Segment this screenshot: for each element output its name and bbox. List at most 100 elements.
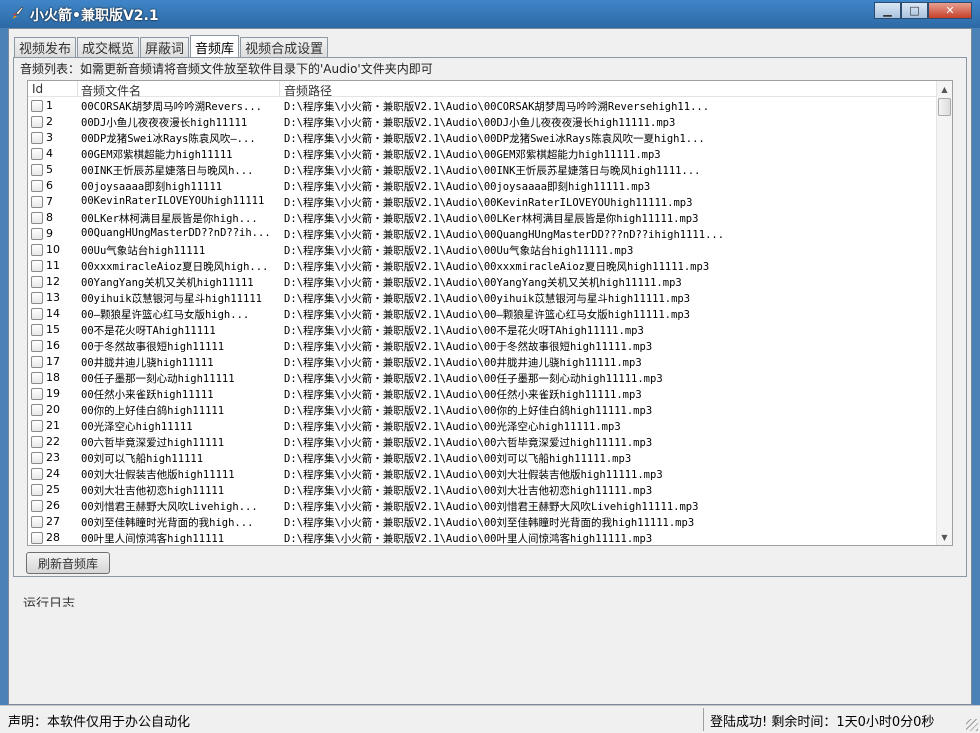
list-item[interactable]: 19 00任然小来雀跃high11111 D:\程序集\小火箭・兼职版V2.1\Au… [28, 386, 938, 402]
row-file-name: 00YangYang关机又关机high11111 [81, 277, 254, 289]
list-item[interactable]: 12 00YangYang关机又关机high11111 D:\程序集\小火箭・兼职版… [28, 274, 938, 290]
row-checkbox[interactable] [31, 324, 43, 336]
refresh-audio-button[interactable]: 刷新音频库 [26, 552, 110, 574]
scroll-thumb[interactable] [938, 98, 951, 116]
row-checkbox[interactable] [31, 420, 43, 432]
list-item[interactable]: 8 00LKer林柯满目星辰皆是你high... D:\程序集\小火箭・兼职版V2.… [28, 210, 938, 226]
row-checkbox[interactable] [31, 436, 43, 448]
list-item[interactable]: 1 00CORSAK胡梦周马吟吟溯Revers... D:\程序集\小火箭・兼职版V… [28, 98, 938, 114]
list-item[interactable]: 22 00六哲毕竟深爱过high11111 D:\程序集\小火箭・兼职版V2.1\A… [28, 434, 938, 450]
row-checkbox[interactable] [31, 308, 43, 320]
vertical-scrollbar[interactable]: ▲ ▼ [936, 81, 952, 545]
row-checkbox[interactable] [31, 132, 43, 144]
list-item[interactable]: 7 00KevinRaterILOVEYOUhigh11111 D:\程序集\小火箭… [28, 194, 938, 210]
row-checkbox[interactable] [31, 356, 43, 368]
list-item[interactable]: 16 00于冬然故事很短high11111 D:\程序集\小火箭・兼职版V2.1\A… [28, 338, 938, 354]
minimize-button[interactable]: ▁ [874, 2, 901, 19]
list-item[interactable]: 3 00DP龙猪Swei冰Rays陈袁风吹—... D:\程序集\小火箭・兼职版V2… [28, 130, 938, 146]
row-id: 13 [46, 291, 60, 304]
row-id: 8 [46, 211, 53, 224]
row-id: 1 [46, 99, 53, 112]
list-item[interactable]: 6 00joysaaaa即刻high11111 D:\程序集\小火箭・兼职版V2.1… [28, 178, 938, 194]
list-item[interactable]: 11 00xxxmiracleAioz夏日晚风high... D:\程序集\小火箭・… [28, 258, 938, 274]
tab-video-compose-settings[interactable]: 视频合成设置 [240, 37, 329, 57]
row-checkbox[interactable] [31, 276, 43, 288]
row-id: 22 [46, 435, 60, 448]
column-divider[interactable] [77, 81, 78, 97]
audio-list[interactable]: Id 音频文件名 音频路径 1 00CORSAK胡梦周马吟吟溯Revers... D… [27, 80, 953, 546]
row-checkbox[interactable] [31, 404, 43, 416]
status-divider [703, 708, 704, 731]
row-checkbox[interactable] [31, 212, 43, 224]
list-item[interactable]: 17 00井胧井迪儿骁high11111 D:\程序集\小火箭・兼职版V2.1\Au… [28, 354, 938, 370]
row-checkbox[interactable] [31, 260, 43, 272]
row-file-name: 00你的上好佳白鸽high11111 [81, 405, 225, 417]
tab-deal-overview[interactable]: 成交概览 [77, 37, 140, 57]
tab-video-publish[interactable]: 视频发布 [14, 37, 77, 57]
list-item[interactable]: 25 00刘大壮吉他初恋high11111 D:\程序集\小火箭・兼职版V2.1\A… [28, 482, 938, 498]
list-item[interactable]: 20 00你的上好佳白鸽high11111 D:\程序集\小火箭・兼职版V2.1\A… [28, 402, 938, 418]
row-checkbox[interactable] [31, 388, 43, 400]
tab-audio-library[interactable]: 音频库 [190, 35, 240, 58]
list-item[interactable]: 23 00刘可以飞船high11111 D:\程序集\小火箭・兼职版V2.1\Aud… [28, 450, 938, 466]
row-checkbox[interactable] [31, 292, 43, 304]
row-checkbox[interactable] [31, 532, 43, 544]
maximize-button[interactable]: □ [901, 2, 928, 19]
list-item[interactable]: 5 00INK王忻辰苏星婕落日与晚风h... D:\程序集\小火箭・兼职版V2.1\… [28, 162, 938, 178]
row-file-name: 00Uu气象站台high11111 [81, 245, 206, 257]
row-file-path: D:\程序集\小火箭・兼职版V2.1\Audio\00刘至佳韩瞳时光背面的我hi… [284, 517, 695, 529]
row-file-name: 00KevinRaterILOVEYOUhigh11111 [81, 195, 265, 207]
row-checkbox[interactable] [31, 484, 43, 496]
column-divider[interactable] [279, 81, 280, 97]
list-item[interactable]: 15 00不是花火呀TAhigh11111 D:\程序集\小火箭・兼职版V2.1\A… [28, 322, 938, 338]
row-file-name: 00刘惜君王赫野大风吹Livehigh... [81, 501, 258, 513]
row-id: 24 [46, 467, 60, 480]
log-area[interactable] [13, 607, 967, 703]
row-checkbox[interactable] [31, 196, 43, 208]
column-header-path[interactable]: 音频路径 [284, 82, 332, 99]
tab-blocked-words[interactable]: 屏蔽词 [140, 37, 190, 57]
row-file-name: 00QuangHUngMasterDD??nD??ih... [81, 227, 271, 239]
column-header-id[interactable]: Id [32, 82, 43, 96]
row-id: 10 [46, 243, 60, 256]
list-item[interactable]: 13 00yihuik苡慧银河与星斗high11111 D:\程序集\小火箭・兼职版… [28, 290, 938, 306]
title-bar[interactable]: 小火箭•兼职版V2.1 ▁ □ ✕ [0, 0, 980, 28]
list-item[interactable]: 14 00—颗狼星许篮心红马女版high... D:\程序集\小火箭・兼职版V2.1… [28, 306, 938, 322]
list-item[interactable]: 18 00任子墨那一刻心动high11111 D:\程序集\小火箭・兼职版V2.1\… [28, 370, 938, 386]
list-item[interactable]: 26 00刘惜君王赫野大风吹Livehigh... D:\程序集\小火箭・兼职版V2… [28, 498, 938, 514]
list-item[interactable]: 2 00DJ小鱼儿夜夜夜漫长high11111 D:\程序集\小火箭・兼职版V2.1… [28, 114, 938, 130]
list-item[interactable]: 21 00光泽空心high11111 D:\程序集\小火箭・兼职版V2.1\Audi… [28, 418, 938, 434]
list-item[interactable]: 27 00刘至佳韩瞳时光背面的我high... D:\程序集\小火箭・兼职版V2.1… [28, 514, 938, 530]
row-checkbox[interactable] [31, 372, 43, 384]
resize-grip-icon[interactable] [966, 719, 978, 731]
row-file-path: D:\程序集\小火箭・兼职版V2.1\Audio\00刘大壮吉他初恋high11… [284, 485, 653, 497]
column-header-name[interactable]: 音频文件名 [81, 82, 141, 99]
row-checkbox[interactable] [31, 516, 43, 528]
row-checkbox[interactable] [31, 164, 43, 176]
row-checkbox[interactable] [31, 500, 43, 512]
row-checkbox[interactable] [31, 340, 43, 352]
row-checkbox[interactable] [31, 468, 43, 480]
scroll-down-icon[interactable]: ▼ [937, 529, 952, 545]
row-id: 25 [46, 483, 60, 496]
row-checkbox[interactable] [31, 100, 43, 112]
list-item[interactable]: 10 00Uu气象站台high11111 D:\程序集\小火箭・兼职版V2.1\Au… [28, 242, 938, 258]
row-checkbox[interactable] [31, 148, 43, 160]
scroll-up-icon[interactable]: ▲ [937, 81, 952, 97]
row-file-path: D:\程序集\小火箭・兼职版V2.1\Audio\00Uu气象站台high111… [284, 245, 634, 257]
row-id: 4 [46, 147, 53, 160]
list-item[interactable]: 28 00叶里人间惊鸿客high11111 D:\程序集\小火箭・兼职版V2.1\A… [28, 530, 938, 545]
close-button[interactable]: ✕ [928, 2, 972, 19]
row-checkbox[interactable] [31, 180, 43, 192]
row-file-path: D:\程序集\小火箭・兼职版V2.1\Audio\00QuangHUngMast… [284, 229, 725, 241]
row-file-path: D:\程序集\小火箭・兼职版V2.1\Audio\00CORSAK胡梦周马吟吟溯… [284, 101, 710, 113]
list-item[interactable]: 9 00QuangHUngMasterDD??nD??ih... D:\程序集\小火… [28, 226, 938, 242]
list-item[interactable]: 4 00GEM邓紫棋超能力high11111 D:\程序集\小火箭・兼职版V2.1\… [28, 146, 938, 162]
row-id: 11 [46, 259, 60, 272]
row-checkbox[interactable] [31, 228, 43, 240]
row-file-path: D:\程序集\小火箭・兼职版V2.1\Audio\00—颗狼星许篮心红马女版hi… [284, 309, 690, 321]
row-checkbox[interactable] [31, 244, 43, 256]
list-item[interactable]: 24 00刘大壮假装吉他版high11111 D:\程序集\小火箭・兼职版V2.1\… [28, 466, 938, 482]
row-checkbox[interactable] [31, 116, 43, 128]
row-checkbox[interactable] [31, 452, 43, 464]
